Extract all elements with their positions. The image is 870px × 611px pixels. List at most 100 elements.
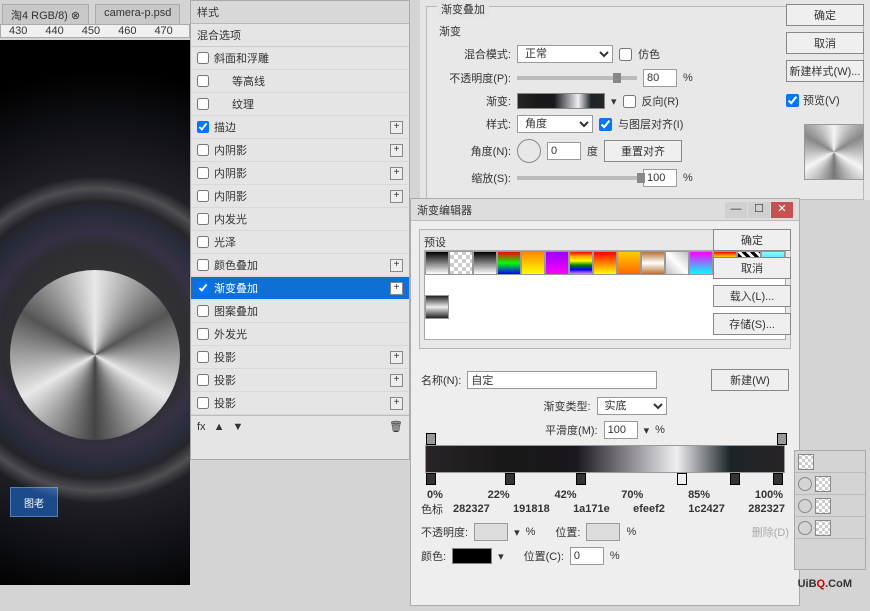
preview-checkbox[interactable] [786,94,799,107]
gradient-overlay-options: 渐变叠加 渐变 混合模式: 正常 仿色 不透明度(P): % 渐变: ▾ 反向(… [420,0,870,200]
blend-mode-label: 混合模式: [433,46,511,62]
eye-icon[interactable] [798,521,812,535]
style-checkbox[interactable] [197,236,209,248]
style-checkbox[interactable] [197,397,209,409]
plus-icon[interactable]: + [390,282,403,295]
blend-options[interactable]: 混合选项 [191,24,409,47]
style-checkbox[interactable] [197,121,209,133]
layer-thumb[interactable] [798,454,814,470]
reset-align-button[interactable]: 重置对齐 [604,140,682,162]
new-style-button[interactable]: 新建样式(W)... [786,60,864,82]
styles-footer: fx ▲ ▼ 🗑 [191,415,409,437]
eye-icon[interactable] [798,499,812,513]
color-swatch[interactable] [452,548,492,564]
plus-icon[interactable]: + [390,351,403,364]
loc2-value[interactable] [570,547,604,565]
style-item-14[interactable]: 投影 + [191,369,409,392]
scale-value[interactable] [643,169,677,187]
minimize-icon[interactable]: — [725,202,747,218]
cancel-button[interactable]: 取消 [786,32,864,54]
preview-label: 预览(V) [803,92,840,108]
name-input[interactable] [467,371,657,389]
plus-icon[interactable]: + [390,374,403,387]
style-checkbox[interactable] [197,351,209,363]
eye-icon[interactable] [798,477,812,491]
tab-2[interactable]: camera-p.psd [95,4,180,25]
style-checkbox[interactable] [197,305,209,317]
style-item-9[interactable]: 颜色叠加+ [191,254,409,277]
gradient-label: 渐变: [433,93,511,109]
stop-color-annotation: 2823271918181a171eefeef21c2427282327 [449,503,789,515]
gradient-preview[interactable] [517,93,605,109]
ge-save-button[interactable]: 存储(S)... [713,313,791,335]
ge-cancel-button[interactable]: 取消 [713,257,791,279]
type-select[interactable]: 实底 [597,397,667,415]
style-label: 内阴影 [214,165,247,181]
plus-icon[interactable]: + [390,190,403,203]
style-label: 内阴影 [214,188,247,204]
style-checkbox[interactable] [197,259,209,271]
style-item-4[interactable]: 内阴影+ [191,139,409,162]
plus-icon[interactable]: + [390,259,403,272]
style-checkbox[interactable] [197,328,209,340]
ge-load-button[interactable]: 载入(L)... [713,285,791,307]
watermark-badge: 图老 [10,487,58,517]
type-label: 渐变类型: [543,398,590,414]
ok-button[interactable]: 确定 [786,4,864,26]
align-label: 与图层对齐(I) [618,116,683,132]
style-checkbox[interactable] [197,167,209,179]
style-item-13[interactable]: 投影 + [191,346,409,369]
style-checkbox[interactable] [197,374,209,386]
opacity-slider[interactable] [517,76,637,80]
blend-mode-select[interactable]: 正常 [517,45,613,63]
gradient-bar[interactable] [425,445,785,473]
style-item-0[interactable]: 斜面和浮雕 [191,47,409,70]
style-item-15[interactable]: 投影+ [191,392,409,415]
style-label: 投影 [214,349,236,365]
align-checkbox[interactable] [599,118,612,131]
ruler: 430440450460470 [0,24,190,38]
opacity-value[interactable] [643,69,677,87]
style-checkbox[interactable] [197,190,209,202]
angle-dial-icon[interactable] [517,139,541,163]
style-item-1[interactable]: 等高线 [191,70,409,93]
dropdown-icon[interactable]: ▾ [611,95,617,108]
style-item-12[interactable]: 外发光 [191,323,409,346]
tab-1[interactable]: 淘4 RGB/8) ⊗ [2,4,89,25]
style-checkbox[interactable] [197,144,209,156]
trash-icon[interactable]: 🗑 [389,420,403,433]
style-select[interactable]: 角度 [517,115,593,133]
arrow-up-icon[interactable]: ▲ [214,421,225,433]
dither-checkbox[interactable] [619,48,632,61]
style-checkbox[interactable] [197,75,209,87]
style-item-7[interactable]: 内发光 [191,208,409,231]
ge-new-button[interactable]: 新建(W) [711,369,789,391]
style-item-5[interactable]: 内阴影 + [191,162,409,185]
style-checkbox[interactable] [197,52,209,64]
close-icon[interactable]: ✕ [771,202,793,218]
scale-slider[interactable] [517,176,637,180]
dither-label: 仿色 [638,46,660,62]
style-item-2[interactable]: 纹理 [191,93,409,116]
angle-value[interactable] [547,142,581,160]
style-item-8[interactable]: 光泽 [191,231,409,254]
style-checkbox[interactable] [197,98,209,110]
plus-icon[interactable]: + [390,121,403,134]
plus-icon[interactable]: + [390,144,403,157]
ge-ok-button[interactable]: 确定 [713,229,791,251]
plus-icon[interactable]: + [390,397,403,410]
style-checkbox[interactable] [197,213,209,225]
style-item-6[interactable]: 内阴影 + [191,185,409,208]
arrow-down-icon[interactable]: ▼ [232,421,243,433]
style-checkbox[interactable] [197,282,209,294]
style-item-10[interactable]: 渐变叠加+ [191,277,409,300]
reverse-checkbox[interactable] [623,95,636,108]
plus-icon[interactable]: + [390,167,403,180]
style-label: 光泽 [214,234,236,250]
style-label: 投影 [214,372,236,388]
smooth-value[interactable] [604,421,638,439]
maximize-icon[interactable]: ☐ [748,202,770,218]
smooth-dropdown-icon[interactable]: ▾ [644,424,650,437]
style-item-11[interactable]: 图案叠加 [191,300,409,323]
style-item-3[interactable]: 描边+ [191,116,409,139]
